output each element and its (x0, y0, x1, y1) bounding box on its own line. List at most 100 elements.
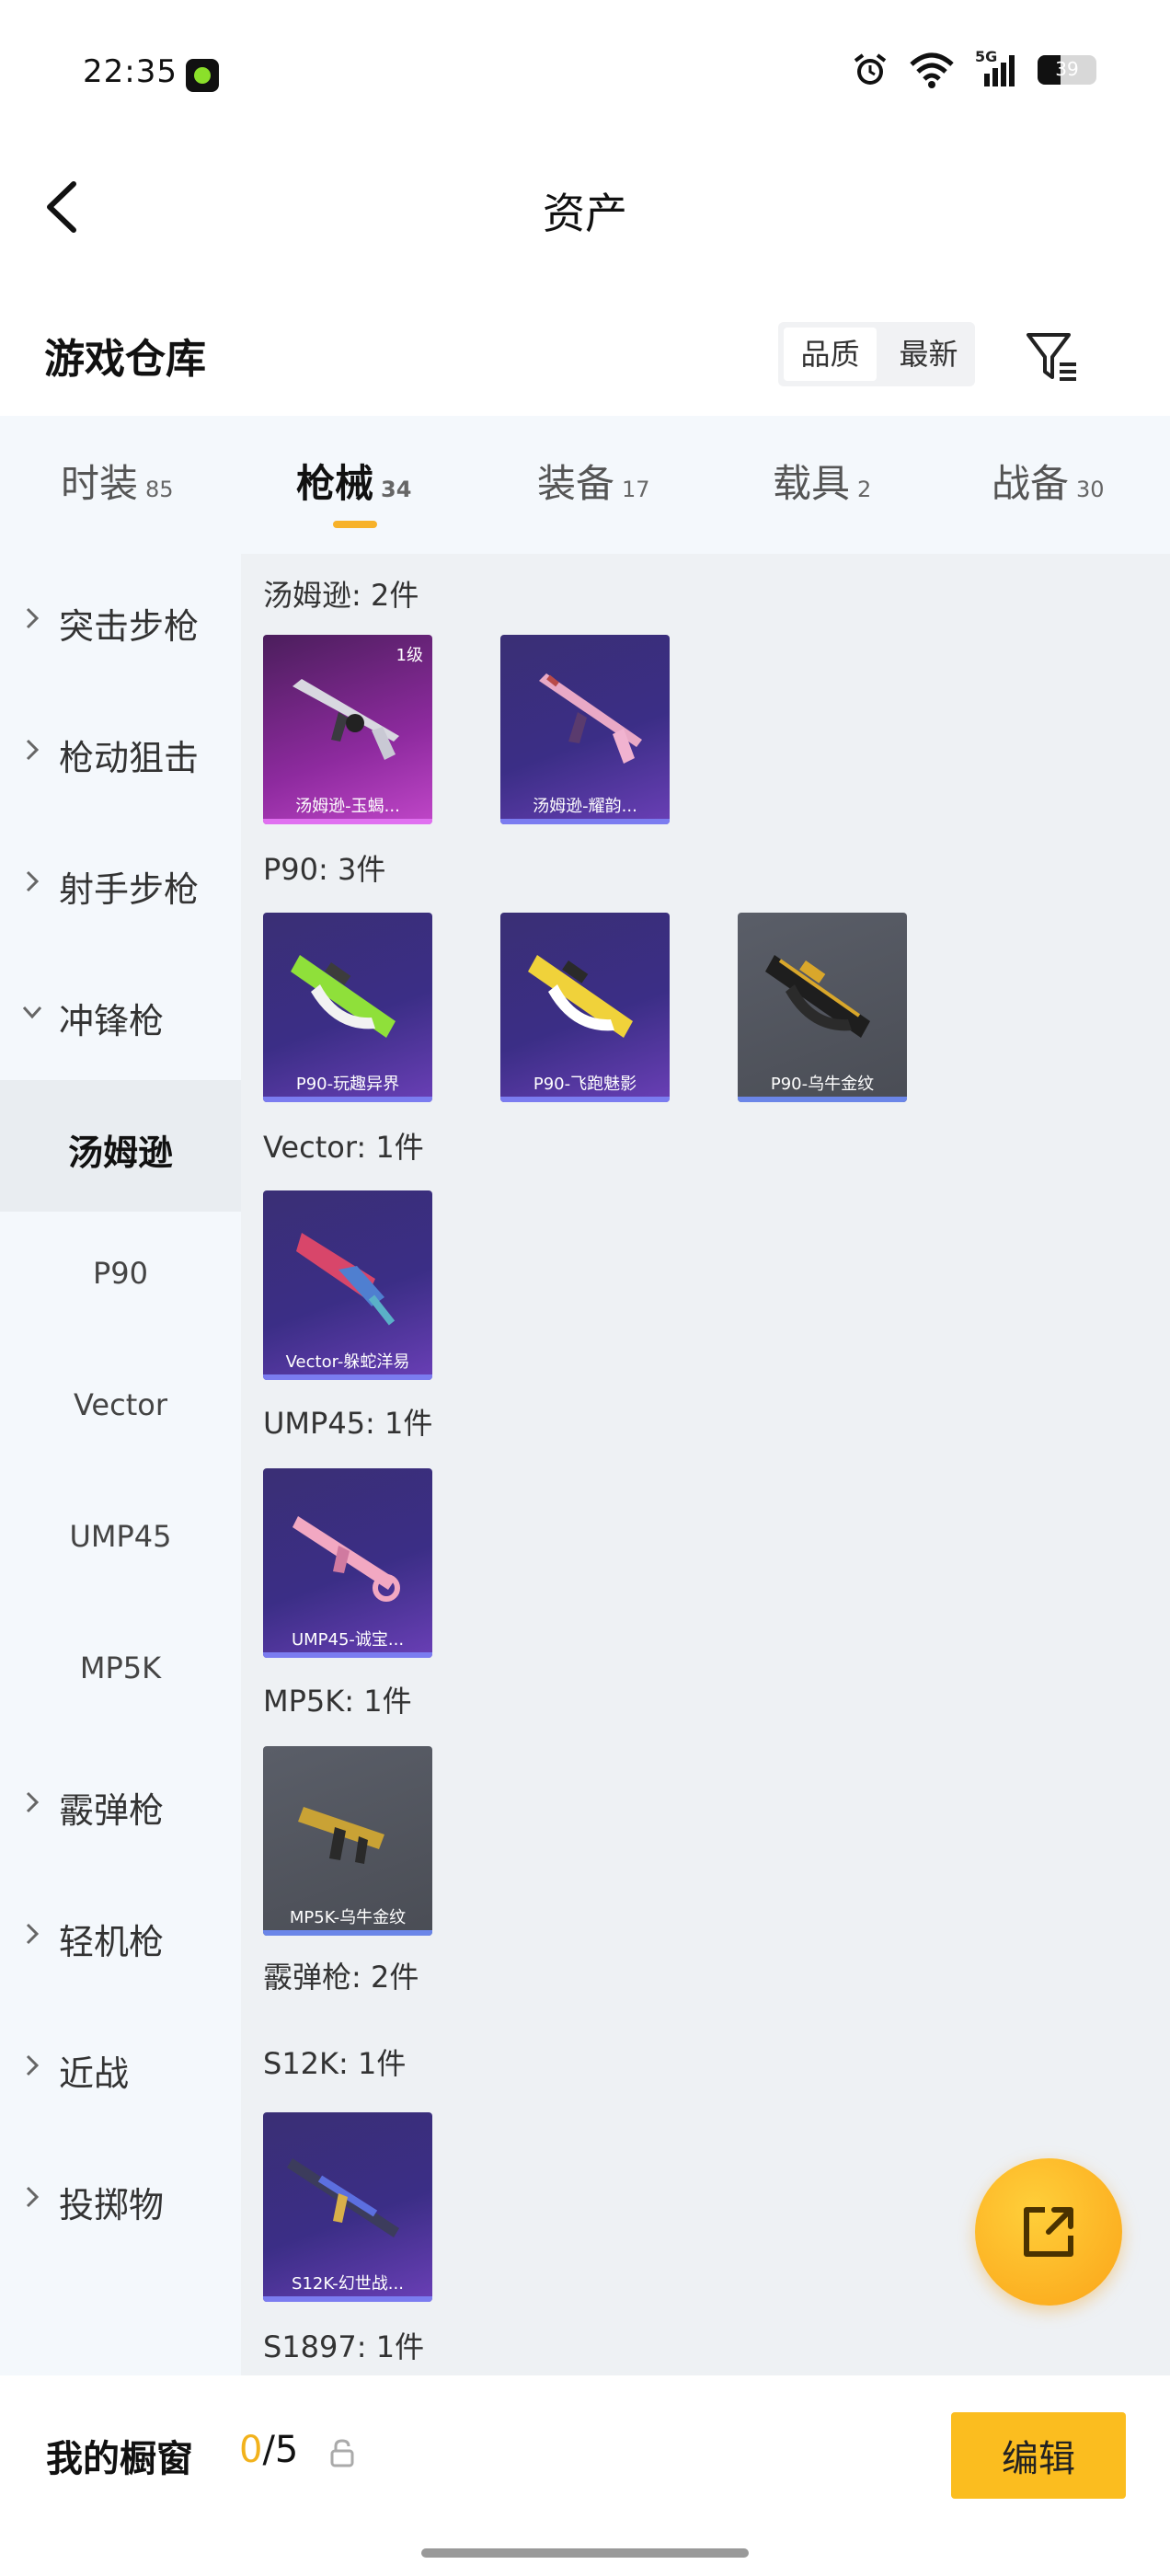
tab-vehicles[interactable]: 载具 2 (773, 453, 871, 509)
tab-count: 30 (1076, 477, 1105, 502)
item-card[interactable]: P90-玩趣异界 (263, 913, 432, 1102)
warehouse-header: 游戏仓库 品质 最新 (0, 304, 1170, 405)
status-bar: 22:35 5G 39 (0, 0, 1170, 147)
item-name: Vector-躲蛇洋易 (285, 1352, 410, 1372)
tab-count: 85 (145, 477, 174, 502)
vector-skin-image (296, 1233, 396, 1326)
item-name: MP5K-乌牛金纹 (289, 1908, 407, 1927)
tab-label: 枪械 (296, 461, 374, 506)
rarity-strip (500, 1097, 670, 1102)
sort-quality-button[interactable]: 品质 (784, 328, 877, 381)
sidebar-item-label: 射手步枪 (59, 869, 200, 910)
group-header-mp5k: MP5K: 1件 (263, 1684, 412, 1719)
sidebar-item-vector[interactable]: Vector (0, 1343, 241, 1475)
rarity-strip (263, 1930, 432, 1936)
rarity-strip (263, 1097, 432, 1102)
wifi-icon (910, 52, 954, 88)
sort-toggle: 品质 最新 (778, 322, 975, 386)
sort-newest-button[interactable]: 最新 (882, 322, 975, 386)
sidebar-item-label: UMP45 (69, 1519, 172, 1554)
group-header-s1897: S1897: 1件 (263, 2329, 425, 2364)
lock-icon (330, 2439, 354, 2467)
rarity-strip (738, 1097, 907, 1102)
rarity-strip (263, 1652, 432, 1658)
sidebar-item-p90[interactable]: P90 (0, 1212, 241, 1343)
tab-supplies[interactable]: 战备 30 (992, 453, 1105, 509)
item-name: P90-飞跑魅影 (533, 1075, 637, 1094)
item-card[interactable]: 1级 汤姆逊-玉蝎... (263, 635, 432, 824)
thompson-skin-image (292, 679, 399, 760)
home-indicator[interactable] (421, 2548, 749, 2558)
sidebar-item-thompson[interactable]: 汤姆逊 (0, 1080, 241, 1212)
group-header-vector: Vector: 1件 (263, 1130, 424, 1165)
sidebar-item-ump45[interactable]: UMP45 (0, 1475, 241, 1606)
tab-guns[interactable]: 枪械 34 (296, 453, 411, 509)
showcase-current: 0 (239, 2429, 263, 2471)
sidebar-item-bolt-sniper[interactable]: 枪动狙击 (0, 685, 241, 817)
p90-skin-image (528, 955, 633, 1038)
item-name: 汤姆逊-耀韵... (533, 797, 637, 816)
item-card[interactable]: 汤姆逊-耀韵... (500, 635, 670, 824)
tab-label: 战备 (992, 461, 1070, 506)
sidebar-item-lmg[interactable]: 轻机枪 (0, 1869, 241, 2001)
item-card[interactable]: UMP45-诚宝... (263, 1468, 432, 1658)
item-card[interactable]: MP5K-乌牛金纹 (263, 1746, 432, 1936)
item-card[interactable]: P90-乌牛金纹 (738, 913, 907, 1102)
sidebar-item-throwables[interactable]: 投掷物 (0, 2133, 241, 2264)
app-notification-icon (186, 59, 219, 92)
chevron-right-icon (26, 870, 40, 892)
tab-fashion[interactable]: 时装 85 (61, 453, 174, 509)
mp5k-skin-image (298, 1807, 384, 1864)
weapon-type-sidebar: 突击步枪 枪动狙击 射手步枪 冲锋枪 汤姆逊 P90 Vector UMP45 … (0, 554, 241, 2375)
showcase-bar: 我的橱窗 0/5 编辑 (0, 2381, 1170, 2576)
showcase-total: /5 (262, 2429, 299, 2471)
status-icons: 5G 39 (852, 48, 1096, 88)
item-card[interactable]: P90-飞跑魅影 (500, 913, 670, 1102)
battery-icon: 39 (1038, 55, 1096, 85)
item-card[interactable]: S12K-幻世战... (263, 2112, 432, 2302)
sidebar-item-mp5k[interactable]: MP5K (0, 1606, 241, 1738)
sidebar-item-label: 近战 (59, 2053, 130, 2094)
item-name: P90-玩趣异界 (295, 1075, 400, 1094)
showcase-count: 0/5 (239, 2429, 298, 2471)
share-icon (1024, 2207, 1073, 2257)
chevron-right-icon (26, 739, 40, 761)
sidebar-item-shotgun[interactable]: 霰弹枪 (0, 1738, 241, 1869)
sidebar-item-label: 突击步枪 (59, 606, 200, 647)
active-tab-indicator (333, 521, 377, 528)
sidebar-item-label: 冲锋枪 (59, 1001, 165, 1041)
edit-button[interactable]: 编辑 (951, 2412, 1126, 2499)
s12k-skin-image (287, 2158, 399, 2237)
group-header-p90: P90: 3件 (263, 852, 386, 887)
thompson-skin-image (539, 673, 642, 764)
rarity-strip (263, 819, 432, 824)
sidebar-item-marksman-rifle[interactable]: 射手步枪 (0, 817, 241, 949)
sidebar-item-label: 汤姆逊 (67, 1133, 173, 1173)
item-name: 汤姆逊-玉蝎... (295, 797, 400, 816)
tab-label: 载具 (773, 461, 851, 506)
rarity-strip (500, 819, 670, 824)
chevron-right-icon (26, 1791, 40, 1813)
sidebar-item-label: Vector (74, 1387, 167, 1422)
item-name: UMP45-诚宝... (291, 1630, 405, 1650)
alarm-icon (854, 53, 887, 85)
share-button[interactable] (975, 2158, 1122, 2306)
chevron-right-icon (26, 607, 40, 629)
item-card[interactable]: Vector-躲蛇洋易 (263, 1190, 432, 1380)
sidebar-item-melee[interactable]: 近战 (0, 2001, 241, 2133)
item-name: P90-乌牛金纹 (770, 1075, 875, 1094)
sidebar-item-smg[interactable]: 冲锋枪 (0, 949, 241, 1080)
p90-skin-image (291, 955, 396, 1038)
rarity-strip (263, 2296, 432, 2302)
tab-label: 装备 (537, 461, 615, 506)
group-header-shotgun: 霰弹枪: 2件 (263, 1960, 419, 1995)
group-header-thompson: 汤姆逊: 2件 (263, 578, 419, 613)
sidebar-item-assault-rifle[interactable]: 突击步枪 (0, 554, 241, 685)
chevron-right-icon (26, 2186, 40, 2208)
tab-count: 2 (857, 477, 872, 502)
tab-equipment[interactable]: 装备 17 (537, 453, 650, 509)
filter-icon[interactable] (1023, 328, 1082, 386)
item-name: S12K-幻世战... (292, 2274, 404, 2294)
battery-level: 39 (1055, 58, 1079, 80)
tab-label: 时装 (61, 461, 139, 506)
